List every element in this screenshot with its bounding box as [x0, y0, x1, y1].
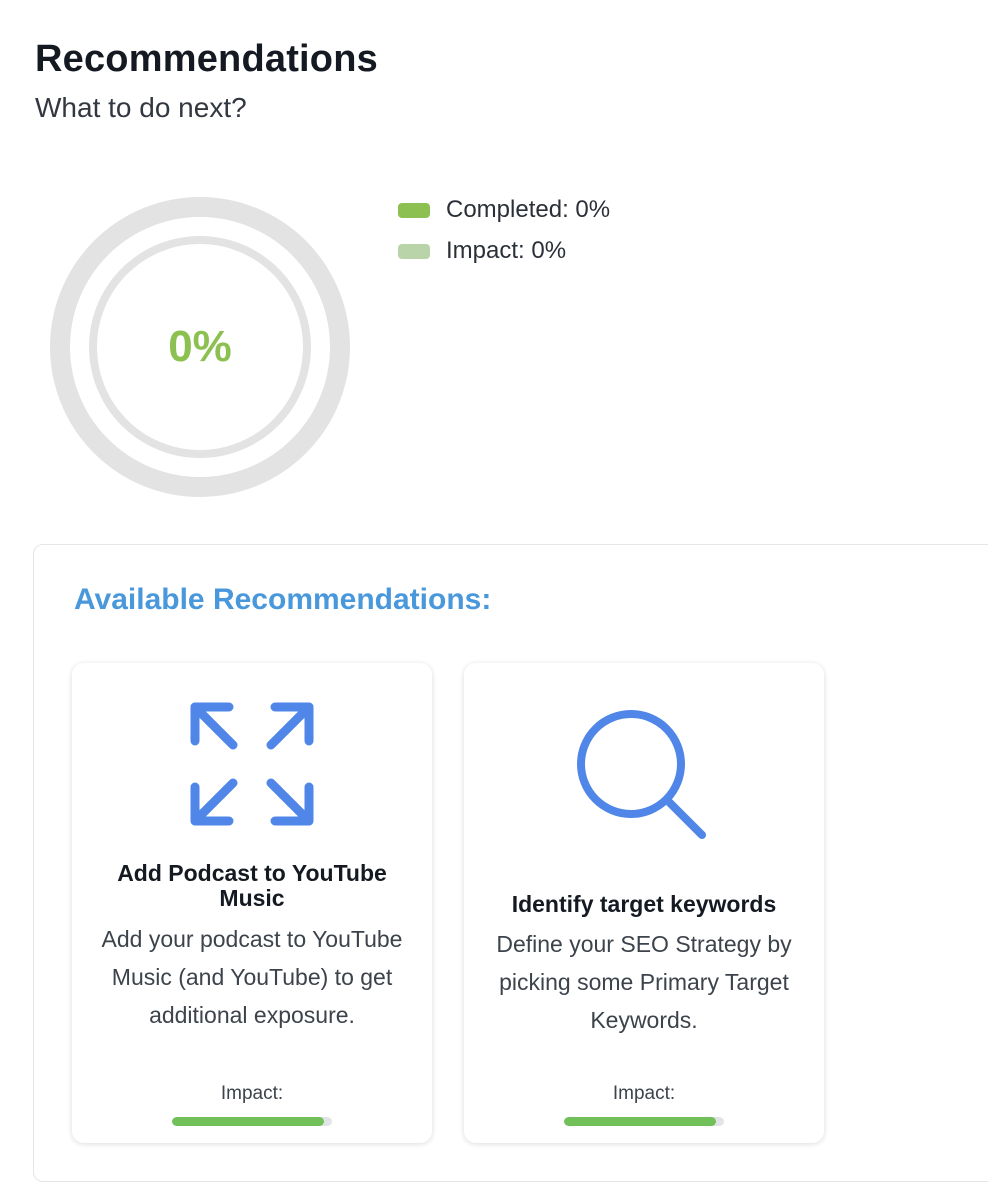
impact-label: Impact: [612, 1083, 676, 1104]
search-icon [464, 707, 824, 847]
impact-bar-fill [172, 1117, 324, 1126]
impact-label: Impact: [220, 1083, 284, 1104]
legend-completed-label: Completed: 0% [446, 196, 611, 223]
available-recommendations-panel: Available Recommendations: Add Podcast t… [33, 544, 988, 1182]
legend-completed-swatch [398, 202, 430, 218]
impact-bar [172, 1117, 332, 1126]
panel-heading: Available Recommendations: [74, 583, 492, 616]
legend-impact-label: Impact: 0% [446, 237, 567, 264]
card-title: Add Podcast to YouTube Music [117, 860, 387, 911]
recommendation-card-youtube-music[interactable]: Add Podcast to YouTube Music Add your po… [72, 663, 432, 1143]
legend-completed: Completed: 0% [398, 195, 610, 225]
completion-percentage: 0% [168, 322, 232, 371]
card-description: Add your podcast to YouTube Music (and Y… [101, 926, 403, 1028]
legend-impact-swatch [398, 243, 430, 259]
card-title: Identify target keywords [511, 891, 777, 917]
page-subtitle: What to do next? [35, 92, 247, 123]
page-title: Recommendations [35, 38, 378, 80]
legend-impact: Impact: 0% [398, 236, 610, 266]
expand-arrows-icon [72, 699, 432, 829]
recommendations-page: Recommendations What to do next? 0% Comp… [0, 0, 988, 1202]
progress-legend: Completed: 0% Impact: 0% [398, 195, 610, 277]
recommendation-card-target-keywords[interactable]: Identify target keywords Define your SEO… [464, 663, 824, 1143]
impact-bar-fill [564, 1117, 716, 1126]
progress-donut: 0% [50, 197, 350, 497]
card-description: Define your SEO Strategy by picking some… [496, 931, 792, 1033]
impact-bar [564, 1117, 724, 1126]
